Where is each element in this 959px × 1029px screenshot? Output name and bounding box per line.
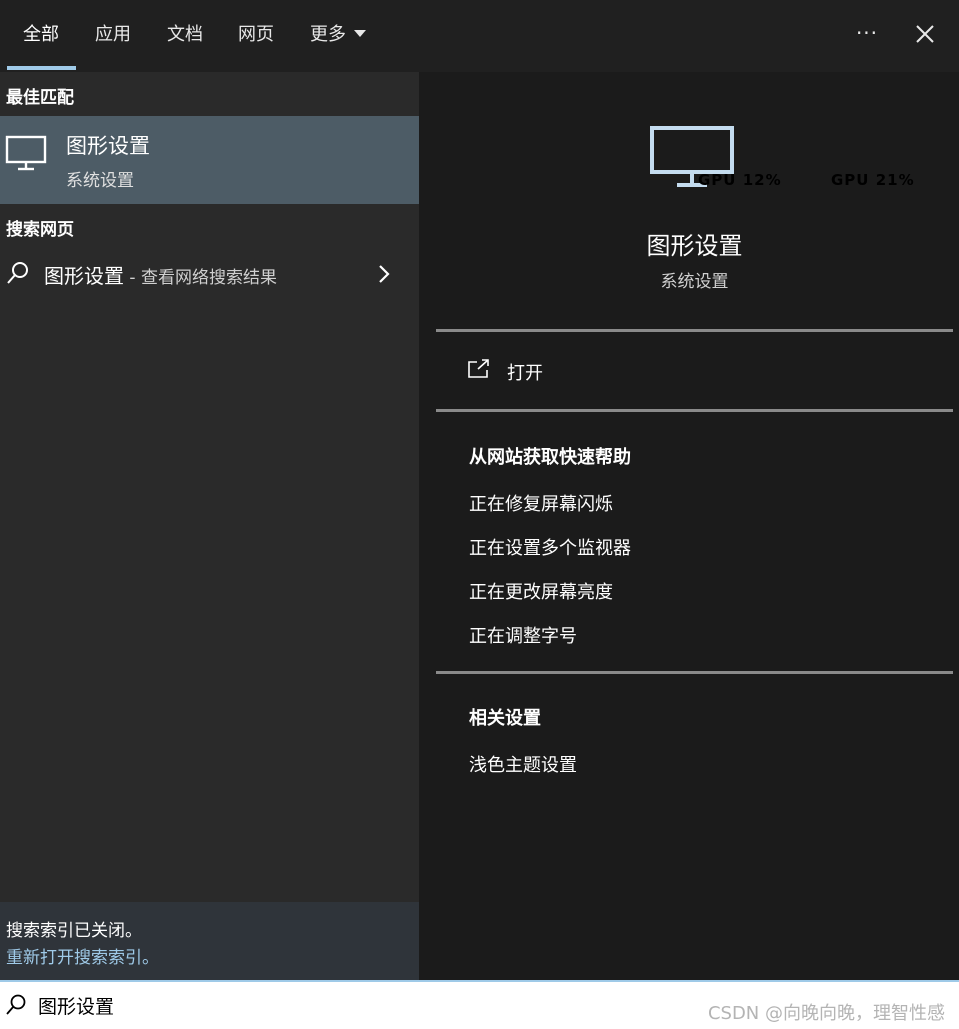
related-settings-title: 相关设置 [469, 708, 541, 729]
close-button[interactable] [908, 17, 942, 51]
best-match-subtitle: 系统设置 [66, 171, 134, 191]
filter-tab-bar: 全部 应用 文档 网页 更多 ··· [0, 0, 959, 72]
best-match-header: 最佳匹配 [6, 88, 74, 108]
help-link-multi-monitor[interactable]: 正在设置多个监视器 [469, 534, 631, 560]
web-result-text: 图形设置 - 查看网络搜索结果 [44, 260, 277, 289]
active-tab-indicator [7, 66, 76, 70]
watermark: CSDN @向晚向晚，理智性感 [707, 1003, 945, 1024]
tab-all-label: 全部 [23, 24, 59, 45]
gpu-overlay-1: GPU 12% [698, 171, 782, 189]
tab-apps[interactable]: 应用 [95, 20, 131, 50]
preview-title: 图形设置 [646, 232, 743, 260]
tab-more-label: 更多 [310, 24, 346, 45]
open-external-icon [468, 359, 489, 378]
reopen-index-link[interactable]: 重新打开搜索索引。 [6, 943, 159, 968]
search-bar: CSDN @向晚向晚，理智性感 [0, 980, 959, 1029]
preview-subtitle: 系统设置 [660, 272, 729, 292]
preview-pane: GPU 12% GPU 21% 图形设置 系统设置 打开 从网站获取快速帮助 正… [436, 88, 953, 980]
gpu-overlay-2: GPU 21% [831, 171, 915, 189]
help-link-brightness[interactable]: 正在更改屏幕亮度 [469, 578, 613, 604]
web-search-result[interactable]: 图形设置 - 查看网络搜索结果 [0, 254, 419, 294]
web-help-title: 从网站获取快速帮助 [469, 447, 631, 468]
divider [436, 409, 953, 412]
best-match-title: 图形设置 [66, 134, 150, 158]
search-icon [7, 262, 28, 284]
tab-documents[interactable]: 文档 [167, 20, 203, 50]
more-options-button[interactable]: ··· [853, 20, 881, 50]
chevron-right-icon [379, 265, 390, 283]
search-input[interactable] [38, 991, 638, 1019]
web-result-query: 图形设置 [44, 264, 124, 288]
ellipsis-icon: ··· [855, 21, 879, 45]
caret-down-icon [354, 30, 366, 37]
results-pane: 最佳匹配 图形设置 系统设置 搜索网页 图形设置 - 查看网络搜索结果 搜索索引… [0, 72, 419, 980]
tab-more-dropdown[interactable]: 更多 [310, 20, 366, 50]
help-link-fix-flicker[interactable]: 正在修复屏幕闪烁 [469, 490, 613, 516]
help-link-font-size[interactable]: 正在调整字号 [469, 622, 577, 648]
related-link-light-theme[interactable]: 浅色主题设置 [469, 751, 577, 777]
tab-web-label: 网页 [238, 24, 274, 45]
index-off-message: 搜索索引已关闭。 [6, 921, 142, 941]
divider [436, 329, 953, 332]
open-label: 打开 [507, 363, 543, 384]
tab-apps-label: 应用 [95, 24, 131, 45]
tab-all[interactable]: 全部 [23, 20, 59, 50]
search-index-notice: 搜索索引已关闭。 重新打开搜索索引。 [0, 902, 419, 980]
search-icon [6, 994, 26, 1015]
best-match-result[interactable]: 图形设置 系统设置 [0, 116, 419, 204]
tab-documents-label: 文档 [167, 24, 203, 45]
close-icon [916, 25, 934, 43]
web-result-suffix: - 查看网络搜索结果 [124, 268, 277, 288]
web-search-header: 搜索网页 [6, 220, 74, 240]
monitor-icon [5, 135, 47, 171]
divider [436, 671, 953, 674]
tab-web[interactable]: 网页 [238, 20, 274, 50]
open-button[interactable]: 打开 [436, 350, 953, 392]
